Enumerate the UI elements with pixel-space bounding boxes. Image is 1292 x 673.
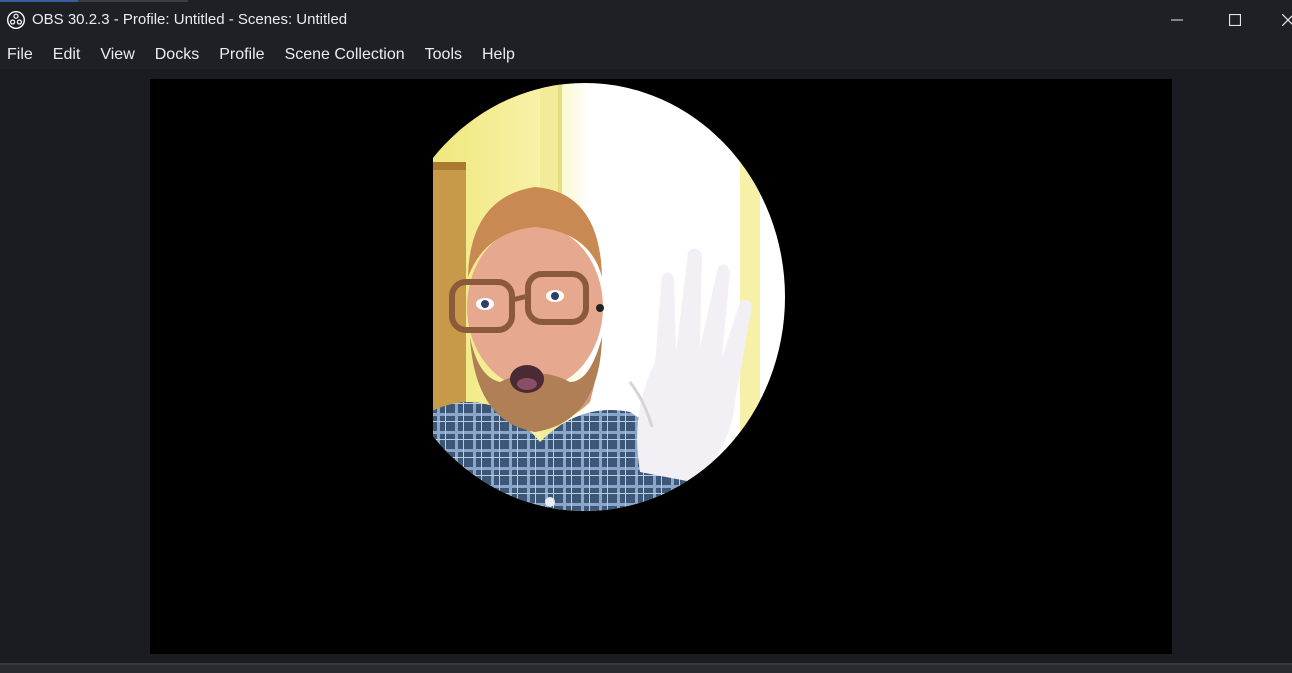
menu-file[interactable]: File: [0, 40, 43, 69]
maximize-icon: [1229, 14, 1241, 26]
webcam-source-image[interactable]: [430, 82, 785, 512]
menu-docks[interactable]: Docks: [145, 40, 209, 69]
taskbar-accent: [0, 0, 78, 2]
obs-logo-icon: [7, 11, 25, 29]
minimize-icon: [1171, 19, 1183, 21]
menu-view[interactable]: View: [90, 40, 144, 69]
minimize-button[interactable]: [1152, 0, 1202, 40]
window-title: OBS 30.2.3 - Profile: Untitled - Scenes:…: [32, 11, 348, 28]
menu-profile[interactable]: Profile: [209, 40, 274, 69]
close-button[interactable]: [1268, 0, 1292, 40]
menu-scene-collection[interactable]: Scene Collection: [275, 40, 415, 69]
menu-tools[interactable]: Tools: [415, 40, 472, 69]
program-preview[interactable]: [150, 79, 1172, 654]
maximize-button[interactable]: [1210, 0, 1260, 40]
menu-help[interactable]: Help: [472, 40, 525, 69]
menu-bar: File Edit View Docks Profile Scene Colle…: [0, 40, 1292, 69]
taskbar-accent-secondary: [78, 0, 188, 2]
obs-window: OBS 30.2.3 - Profile: Untitled - Scenes:…: [0, 0, 1292, 673]
close-icon: [1282, 14, 1292, 26]
status-bar-edge: [0, 663, 1292, 673]
title-bar[interactable]: OBS 30.2.3 - Profile: Untitled - Scenes:…: [0, 0, 1292, 40]
menu-edit[interactable]: Edit: [43, 40, 91, 69]
